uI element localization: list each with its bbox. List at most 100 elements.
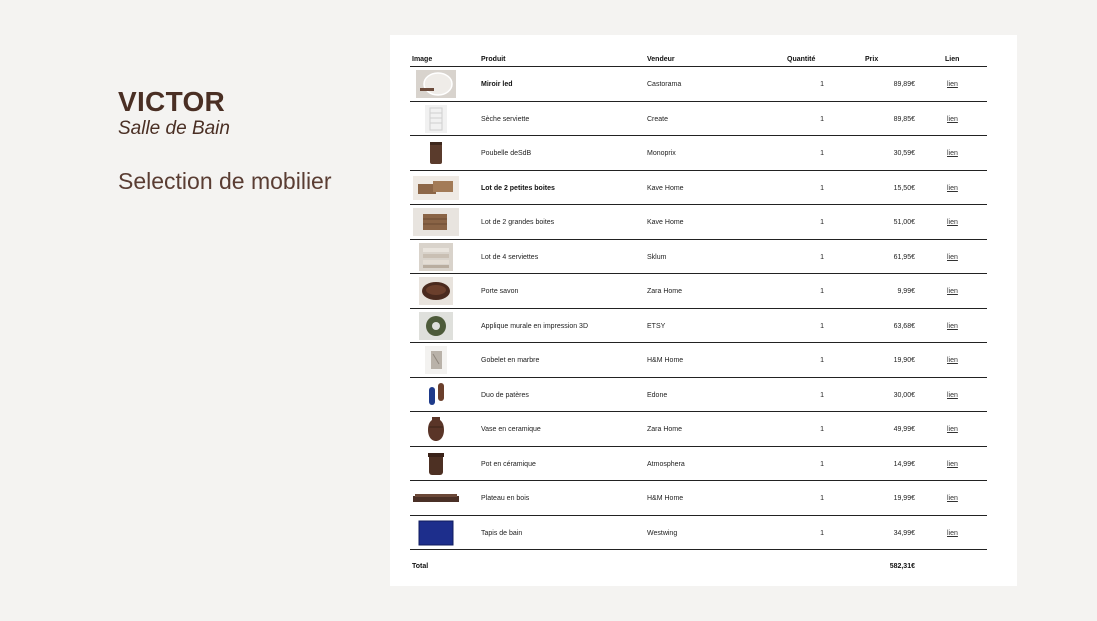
product-link[interactable]: lien — [947, 530, 958, 537]
quantity-value: 1 — [820, 495, 824, 502]
quantity-value: 1 — [820, 253, 824, 261]
product-name: Miroir led — [481, 81, 513, 88]
left-panel: VICTOR Salle de Bain Selection de mobili… — [118, 86, 332, 194]
product-name: Lot de 4 serviettes — [481, 253, 539, 261]
table-row: Pot en céramique Atmosphera 1 14,99€ lien — [410, 447, 987, 481]
price-value: 61,95€ — [893, 253, 915, 261]
furniture-table: Image Produit Vendeur Quantité Prix Lien… — [410, 53, 987, 580]
bath-mat-icon — [412, 519, 460, 547]
product-name: Gobelet en marbre — [481, 357, 540, 364]
product-link[interactable]: lien — [947, 288, 958, 295]
quantity-value: 1 — [820, 357, 824, 364]
towel-dryer-icon — [412, 104, 460, 133]
header-product: Produit — [481, 56, 506, 63]
product-link[interactable]: lien — [947, 392, 958, 399]
vendor-name: Atmosphera — [647, 460, 685, 468]
large-boxes-icon — [412, 208, 460, 236]
price-value: 49,99€ — [893, 426, 915, 433]
table-row: Poubelle deSdB Monoprix 1 30,59€ lien — [410, 136, 987, 171]
price-value: 14,99€ — [893, 460, 915, 468]
vendor-name: Zara Home — [647, 288, 683, 295]
table-row: Gobelet en marbre H&M Home 1 19,90€ lien — [410, 343, 987, 378]
product-name: Applique murale en impression 3D — [481, 322, 588, 330]
vendor-name: Create — [647, 115, 669, 123]
mirror-icon — [412, 70, 460, 98]
furniture-sheet: Image Produit Vendeur Quantité Prix Lien… — [390, 35, 1017, 586]
total-label: Total — [412, 563, 429, 570]
price-value: 63,68€ — [893, 322, 915, 330]
vendor-name: Westwing — [647, 529, 678, 537]
product-name: Vase en ceramique — [481, 426, 541, 433]
wall-lamp-icon — [412, 311, 460, 340]
header-quantity: Quantité — [787, 56, 816, 63]
product-link[interactable]: lien — [947, 323, 958, 330]
quantity-value: 1 — [820, 391, 824, 399]
price-value: 9,99€ — [897, 288, 915, 295]
vendor-name: Kave Home — [647, 219, 684, 226]
product-link[interactable]: lien — [947, 461, 958, 468]
table-row: Plateau en bois H&M Home 1 19,99€ lien — [410, 481, 987, 516]
header-price: Prix — [865, 56, 879, 63]
trash-bin-icon — [412, 139, 460, 167]
wooden-tray-icon — [412, 484, 460, 512]
room-name: Salle de Bain — [118, 118, 230, 139]
quantity-value: 1 — [820, 219, 824, 226]
table-row: Miroir led Castorama 1 89,89€ lien — [410, 67, 987, 102]
towels-icon — [412, 242, 460, 271]
soap-dish-icon — [412, 277, 460, 305]
product-name: Lot de 2 grandes boites — [481, 219, 555, 226]
table-row: Lot de 2 grandes boites Kave Home 1 51,00€ l… — [410, 205, 987, 240]
table-row: Vase en ceramique Zara Home 1 49,99€ lien — [410, 412, 987, 447]
table-row: Duo de patères Edone 1 30,00€ lien — [410, 378, 987, 412]
quantity-value: 1 — [820, 81, 824, 88]
quantity-value: 1 — [820, 426, 824, 433]
price-value: 34,99€ — [893, 529, 915, 537]
pot-icon — [412, 450, 460, 478]
vendor-name: Castorama — [647, 81, 682, 88]
product-name: Poubelle deSdB — [481, 150, 532, 157]
product-link[interactable]: lien — [947, 219, 958, 226]
vendor-name: H&M Home — [647, 495, 684, 502]
table-body: Miroir led Castorama 1 89,89€ lien Sèche serv… — [410, 67, 987, 550]
product-name: Duo de patères — [481, 391, 529, 399]
product-name: Lot de 2 petites boites — [481, 184, 555, 192]
table-row: Sèche serviette Create 1 89,85€ lien — [410, 102, 987, 136]
quantity-value: 1 — [820, 288, 824, 295]
quantity-value: 1 — [820, 150, 824, 157]
quantity-value: 1 — [820, 115, 824, 123]
product-link[interactable]: lien — [947, 185, 958, 192]
quantity-value: 1 — [820, 460, 824, 468]
price-value: 19,99€ — [893, 495, 915, 502]
product-link[interactable]: lien — [947, 150, 958, 157]
header-link: Lien — [945, 56, 960, 63]
product-name: Plateau en bois — [481, 495, 530, 502]
product-link[interactable]: lien — [947, 116, 958, 123]
product-name: Tapis de bain — [481, 529, 523, 537]
product-link[interactable]: lien — [947, 254, 958, 261]
table-row: Porte savon Zara Home 1 9,99€ lien — [410, 274, 987, 309]
price-value: 19,90€ — [893, 357, 915, 364]
small-boxes-icon — [412, 174, 460, 202]
product-link[interactable]: lien — [947, 357, 958, 364]
price-value: 15,50€ — [893, 184, 915, 192]
selection-title: Selection de mobilier — [118, 168, 332, 194]
header-vendor: Vendeur — [647, 56, 675, 63]
price-value: 89,85€ — [893, 115, 915, 123]
total-row: Total 582,31€ — [410, 550, 987, 580]
price-value: 30,59€ — [893, 150, 915, 157]
price-value: 89,89€ — [893, 81, 915, 88]
product-link[interactable]: lien — [947, 426, 958, 433]
vendor-name: Monoprix — [647, 150, 676, 157]
client-name: VICTOR — [118, 86, 226, 117]
vendor-name: ETSY — [647, 322, 666, 330]
table-row: Lot de 4 serviettes Sklum 1 61,95€ lien — [410, 240, 987, 274]
total-price: 582,31€ — [889, 563, 915, 570]
vendor-name: Kave Home — [647, 184, 684, 192]
product-link[interactable]: lien — [947, 495, 958, 502]
quantity-value: 1 — [820, 529, 824, 537]
vendor-name: Sklum — [647, 253, 667, 261]
price-value: 51,00€ — [893, 219, 915, 226]
product-link[interactable]: lien — [947, 81, 958, 88]
product-name: Sèche serviette — [481, 115, 530, 123]
vendor-name: H&M Home — [647, 357, 684, 364]
